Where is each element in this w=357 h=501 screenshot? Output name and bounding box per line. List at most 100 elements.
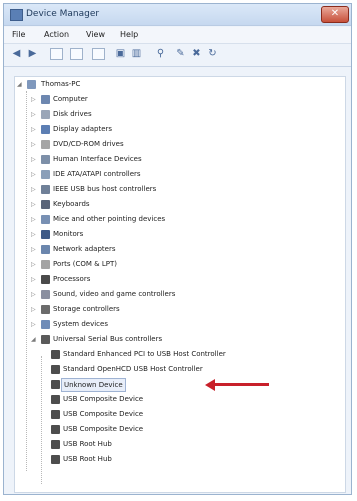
menu-action[interactable]: Action — [44, 30, 69, 39]
expand-icon[interactable]: ▷ — [31, 167, 39, 182]
expand-icon[interactable]: ▷ — [31, 257, 39, 272]
category-human-interface-devices[interactable]: ▷ Human Interface Devices — [31, 152, 331, 167]
category-dvd-cd-rom-drives[interactable]: ▷ DVD/CD-ROM drives — [31, 137, 331, 152]
expand-icon[interactable]: ▷ — [31, 287, 39, 302]
category-label: Human Interface Devices — [53, 155, 142, 163]
usb-child-item[interactable]: Standard OpenHCD USB Host Controller — [47, 362, 337, 377]
storage-controller-icon — [41, 305, 50, 314]
usb-child-item[interactable]: USB Root Hub — [47, 452, 337, 467]
category-label: Storage controllers — [53, 305, 120, 313]
toolbar: ◀ ▶ ▣ ▥ ⚲ ✎ ✖ ↻ — [4, 44, 351, 67]
mouse-icon — [41, 215, 50, 224]
category-storage-controllers[interactable]: ▷ Storage controllers — [31, 302, 331, 317]
system-device-icon — [41, 320, 50, 329]
collapse-icon[interactable]: ◢ — [17, 77, 25, 92]
usb-child-label: Unknown Device — [61, 378, 126, 392]
usb-child-label: USB Composite Device — [63, 395, 144, 403]
title-bar[interactable]: Device Manager ✕ — [4, 4, 351, 26]
usb-child-label: USB Root Hub — [63, 440, 112, 448]
usb-child-unknown-device[interactable]: Unknown Device — [47, 377, 337, 392]
expand-icon[interactable]: ▷ — [31, 302, 39, 317]
help-icon[interactable] — [92, 48, 105, 60]
menu-bar: File Action View Help — [4, 27, 351, 44]
back-icon[interactable]: ◀ — [10, 48, 23, 60]
usb-child-item[interactable]: Standard Enhanced PCI to USB Host Contro… — [47, 347, 337, 362]
sound-icon — [41, 290, 50, 299]
expand-icon[interactable]: ▷ — [31, 212, 39, 227]
disable-device-icon[interactable]: ✎ — [174, 48, 187, 60]
category-label: Universal Serial Bus controllers — [53, 335, 163, 343]
uninstall-device-icon[interactable]: ✖ — [190, 48, 203, 60]
tree-root[interactable]: ◢ Thomas-PC — [17, 77, 337, 92]
computer-icon — [27, 80, 36, 89]
usb-child-item[interactable]: USB Root Hub — [47, 437, 337, 452]
display-adapter-icon — [41, 125, 50, 134]
device-tree: ◢ Thomas-PC ▷ Computer ▷ Disk drives ▷ D… — [14, 76, 346, 493]
category-label: Computer — [53, 95, 88, 103]
category-ieee-controllers[interactable]: ▷ IEEE USB bus host controllers — [31, 182, 331, 197]
expand-icon[interactable]: ▷ — [31, 272, 39, 287]
tree-guide — [26, 91, 27, 471]
forward-icon[interactable]: ▶ — [26, 48, 39, 60]
collapse-icon[interactable]: ◢ — [31, 332, 39, 347]
red-arrow-line — [214, 383, 269, 386]
disk-drive-icon — [41, 110, 50, 119]
refresh-icon[interactable]: ↻ — [206, 48, 219, 60]
close-button[interactable]: ✕ — [321, 6, 349, 23]
update-driver-icon[interactable]: ▣ — [114, 48, 127, 60]
expand-icon[interactable]: ▷ — [31, 182, 39, 197]
category-sound-video-game[interactable]: ▷ Sound, video and game controllers — [31, 287, 331, 302]
expand-icon[interactable]: ▷ — [31, 197, 39, 212]
ide-controller-icon — [41, 170, 50, 179]
usb-child-label: USB Composite Device — [63, 410, 144, 418]
category-system-devices[interactable]: ▷ System devices — [31, 317, 331, 332]
usb-child-item[interactable]: USB Composite Device — [47, 407, 337, 422]
monitor-icon — [41, 230, 50, 239]
scan-hardware-icon[interactable]: ⚲ — [154, 48, 167, 60]
category-ide-controllers[interactable]: ▷ IDE ATA/ATAPI controllers — [31, 167, 331, 182]
usb-device-icon — [51, 410, 60, 419]
category-network-adapters[interactable]: ▷ Network adapters — [31, 242, 331, 257]
usb-device-icon — [51, 455, 60, 464]
category-label: IEEE USB bus host controllers — [53, 185, 157, 193]
category-disk-drives[interactable]: ▷ Disk drives — [31, 107, 331, 122]
usb-child-item[interactable]: USB Composite Device — [47, 422, 337, 437]
show-hide-icon[interactable] — [70, 48, 83, 60]
category-display-adapters[interactable]: ▷ Display adapters — [31, 122, 331, 137]
expand-icon[interactable]: ▷ — [31, 242, 39, 257]
expand-icon[interactable]: ▷ — [31, 137, 39, 152]
category-mice[interactable]: ▷ Mice and other pointing devices — [31, 212, 331, 227]
menu-view[interactable]: View — [86, 30, 105, 39]
category-label: Display adapters — [53, 125, 113, 133]
usb-child-label: Standard OpenHCD USB Host Controller — [63, 365, 203, 373]
window-title: Device Manager — [26, 9, 100, 19]
category-keyboards[interactable]: ▷ Keyboards — [31, 197, 331, 212]
expand-icon[interactable]: ▷ — [31, 317, 39, 332]
usb-child-item[interactable]: USB Composite Device — [47, 392, 337, 407]
category-processors[interactable]: ▷ Processors — [31, 272, 331, 287]
category-label: Processors — [53, 275, 91, 283]
expand-icon[interactable]: ▷ — [31, 227, 39, 242]
category-computer[interactable]: ▷ Computer — [31, 92, 331, 107]
processor-icon — [41, 275, 50, 284]
usb-device-icon — [51, 365, 60, 374]
properties-icon[interactable] — [50, 48, 63, 60]
expand-icon[interactable]: ▷ — [31, 92, 39, 107]
usb-host-icon — [41, 185, 50, 194]
category-label: Disk drives — [53, 110, 92, 118]
category-ports[interactable]: ▷ Ports (COM & LPT) — [31, 257, 331, 272]
expand-icon[interactable]: ▷ — [31, 107, 39, 122]
computer-icon[interactable]: ▥ — [130, 48, 143, 60]
device-manager-icon — [10, 9, 23, 21]
expand-icon[interactable]: ▷ — [31, 122, 39, 137]
category-label: Sound, video and game controllers — [53, 290, 176, 298]
category-label: System devices — [53, 320, 108, 328]
category-monitors[interactable]: ▷ Monitors — [31, 227, 331, 242]
menu-file[interactable]: File — [12, 30, 25, 39]
category-label: DVD/CD-ROM drives — [53, 140, 124, 148]
usb-device-icon — [51, 380, 60, 389]
menu-help[interactable]: Help — [120, 30, 138, 39]
category-usb-controllers[interactable]: ◢ Universal Serial Bus controllers — [31, 332, 331, 347]
usb-child-label: USB Root Hub — [63, 455, 112, 463]
expand-icon[interactable]: ▷ — [31, 152, 39, 167]
